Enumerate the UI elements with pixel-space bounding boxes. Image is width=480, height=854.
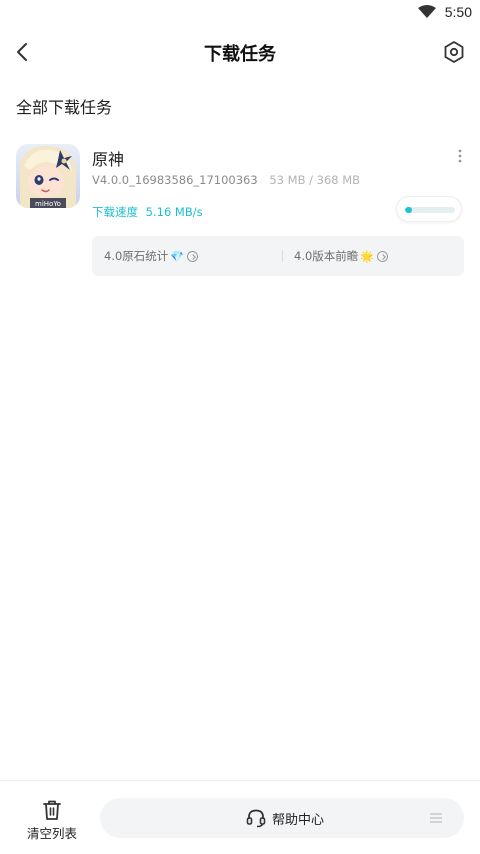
divider xyxy=(282,250,283,262)
download-size: 53 MB / 368 MB xyxy=(269,173,361,187)
app-name: 原神 xyxy=(92,150,125,169)
star-emoji-icon: 🌟 xyxy=(360,249,374,263)
help-center-button[interactable]: 帮助中心 xyxy=(100,798,464,838)
menu-lines-icon xyxy=(430,813,442,823)
progress-pause-button[interactable] xyxy=(396,196,462,222)
status-bar: 5:50 xyxy=(0,0,480,26)
speed-value: 5.16 MB/s xyxy=(145,205,203,219)
headset-icon xyxy=(246,809,266,828)
header: 下载任务 xyxy=(0,34,480,72)
link-label: 4.0版本前瞻 xyxy=(294,249,359,263)
arrow-circle-icon xyxy=(187,250,198,262)
page-title: 下载任务 xyxy=(204,44,276,65)
clear-list-button[interactable]: 清空列表 xyxy=(20,797,84,843)
link-primogem-stats[interactable]: 4.0原石统计 💎 xyxy=(104,248,198,264)
link-label: 4.0原石统计 xyxy=(104,249,169,263)
progress-fill xyxy=(405,207,413,213)
clear-list-label: 清空列表 xyxy=(26,826,77,841)
progress-track xyxy=(405,207,455,213)
app-icon-logo-text: miHoYo xyxy=(35,200,61,208)
section-title: 全部下载任务 xyxy=(16,98,113,117)
wifi-icon xyxy=(418,5,436,18)
app-icon-genshin[interactable]: miHoYo xyxy=(16,144,80,208)
speed-label: 下载速度 xyxy=(92,205,138,219)
status-time: 5:50 xyxy=(444,4,472,20)
download-task: miHoYo 原神 V4.0.0_16983586_17100363 53 MB… xyxy=(0,130,480,280)
settings-hexagon-icon[interactable] xyxy=(442,40,466,64)
diamond-emoji-icon: 💎 xyxy=(170,249,184,263)
related-links: 4.0原石统计 💎 4.0版本前瞻 🌟 xyxy=(92,236,464,276)
download-speed: 下载速度 5.16 MB/s xyxy=(92,204,203,220)
more-options-icon[interactable] xyxy=(456,148,464,164)
trash-icon xyxy=(43,800,61,820)
version-line: V4.0.0_16983586_17100363 53 MB / 368 MB xyxy=(92,173,360,187)
help-center-label: 帮助中心 xyxy=(272,813,325,828)
arrow-circle-icon xyxy=(377,250,388,262)
bottom-bar: 清空列表 帮助中心 xyxy=(0,780,480,854)
app-version: V4.0.0_16983586_17100363 xyxy=(92,173,258,187)
link-version-preview[interactable]: 4.0版本前瞻 🌟 xyxy=(294,248,388,264)
